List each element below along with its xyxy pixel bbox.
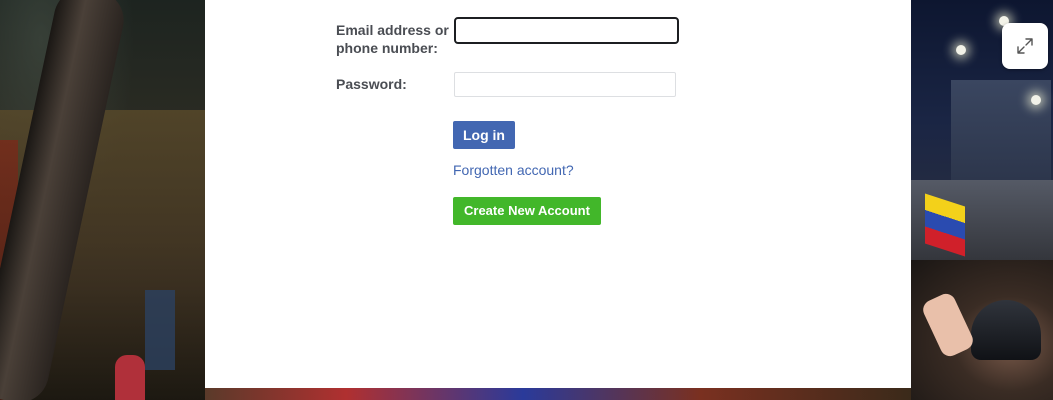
page: Email address or phone number: Password:… (0, 0, 1053, 400)
background-photo-bottom (205, 388, 912, 400)
expand-button[interactable] (1002, 23, 1048, 69)
password-row: Password: (336, 72, 676, 97)
email-field[interactable] (454, 17, 679, 44)
password-field[interactable] (454, 72, 676, 97)
login-button[interactable]: Log in (453, 121, 515, 149)
background-photo-left (0, 0, 205, 400)
background-person (115, 355, 145, 400)
background-blue-sign (145, 290, 175, 370)
email-row: Email address or phone number: (336, 17, 679, 57)
email-label: Email address or phone number: (336, 22, 449, 56)
background-street-lamp (1031, 95, 1041, 105)
forgotten-account-link[interactable]: Forgotten account? (453, 162, 574, 178)
create-account-button[interactable]: Create New Account (453, 197, 601, 225)
expand-icon (1017, 38, 1033, 54)
login-panel: Email address or phone number: Password:… (205, 0, 911, 388)
password-label: Password: (336, 76, 407, 92)
background-street-lamp (956, 45, 966, 55)
